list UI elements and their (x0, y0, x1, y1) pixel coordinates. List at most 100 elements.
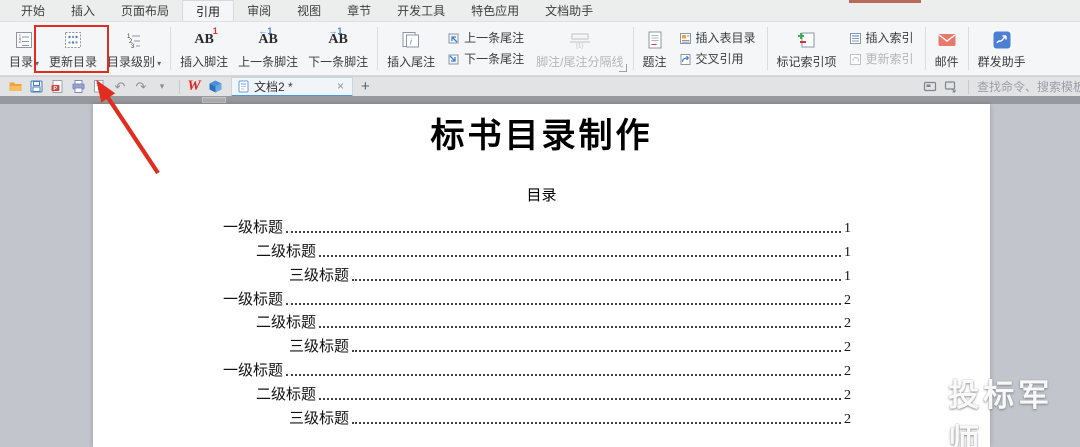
tab-doc-assistant[interactable]: 文档助手 (532, 0, 606, 21)
mass-send-assistant-icon (992, 26, 1012, 54)
command-search-box[interactable]: 查找命令、搜索模板 (974, 78, 1080, 95)
next-endnote-button[interactable]: 下一条尾注 (444, 50, 527, 68)
footnote-dialog-launcher[interactable] (619, 64, 627, 72)
insert-endnote-button[interactable]: i 插入尾注 (382, 24, 440, 73)
update-toc-button[interactable]: 更新目录 (44, 24, 102, 73)
dot-leader (319, 255, 841, 257)
open-folder-icon[interactable] (6, 78, 24, 96)
page-number: 1 (844, 270, 851, 288)
cropped-red-annotation-bar (849, 0, 921, 3)
svg-text:3: 3 (131, 44, 135, 50)
screen-view-icon[interactable] (921, 78, 939, 96)
prev-endnote-button[interactable]: 上一条尾注 (444, 29, 527, 47)
redo-icon[interactable]: ↷ (132, 78, 150, 96)
svg-text:i: i (410, 38, 412, 47)
undo-icon[interactable]: ↶ (111, 78, 129, 96)
cross-reference-button[interactable]: 交叉引用 (676, 50, 759, 68)
insert-index-button[interactable]: 插入索引 (846, 29, 917, 47)
page-number: 1 (844, 222, 851, 240)
next-footnote-button[interactable]: AB→1 下一条脚注 (303, 24, 373, 73)
document-tab[interactable]: 文档2 * × (231, 77, 353, 97)
caption-group: 题注 插入表目录 交叉引用 (638, 24, 763, 73)
page-number: 2 (844, 341, 851, 359)
save-icon[interactable] (27, 78, 45, 96)
mark-index-entry-button[interactable]: 标记索引项 (772, 24, 842, 73)
document-page[interactable]: 标书目录制作 目录 一级标题1 二级标题1 三级标题1 一级标题2 二级标题2 … (93, 104, 990, 447)
close-tab-icon[interactable]: × (335, 79, 346, 93)
document-area[interactable]: 标书目录制作 目录 一级标题1 二级标题1 三级标题1 一级标题2 二级标题2 … (0, 104, 1080, 447)
tab-insert[interactable]: 插入 (58, 0, 108, 21)
toc-entry[interactable]: 一级标题1 (223, 216, 851, 240)
footnote-group: AB1 插入脚注 AB←1 上一条脚注 AB→1 下一条脚注 (175, 24, 373, 73)
toolbar-separator (179, 80, 180, 94)
update-toc-icon (63, 26, 83, 54)
caption-button[interactable]: 题注 (638, 24, 672, 73)
ribbon-separator (377, 27, 378, 70)
toc-icon: 12 (14, 26, 34, 54)
tab-references[interactable]: 引用 (182, 0, 234, 21)
toc-heading: 目录 (93, 184, 990, 205)
prev-footnote-icon: AB←1 (258, 26, 277, 54)
more-dropdown-icon[interactable]: ▾ (153, 78, 171, 96)
toolbar-separator (968, 80, 969, 94)
dot-leader (352, 422, 841, 424)
export-pdf-icon[interactable]: P (48, 78, 66, 96)
page-number: 2 (844, 413, 851, 431)
quick-access-bar: P ↶ ↷ ▾ W 文档2 * × + 查找命令、搜索模 (0, 76, 1080, 96)
wps-logo-icon[interactable]: W (185, 78, 203, 96)
tab-page-layout[interactable]: 页面布局 (108, 0, 182, 21)
tab-section[interactable]: 章节 (334, 0, 384, 21)
new-tab-button[interactable]: + (353, 78, 378, 96)
toc-entry[interactable]: 一级标题2 (223, 359, 851, 383)
insert-table-of-figures-button[interactable]: 插入表目录 (676, 29, 759, 47)
svg-text:{1}: {1} (576, 44, 583, 50)
prev-footnote-button[interactable]: AB←1 上一条脚注 (233, 24, 303, 73)
update-index-button: 更新索引 (846, 50, 917, 68)
dot-leader (319, 326, 841, 328)
tab-special-features[interactable]: 特色应用 (458, 0, 532, 21)
insert-footnote-button[interactable]: AB1 插入脚注 (175, 24, 233, 73)
update-index-icon (849, 53, 862, 66)
ribbon-separator (968, 27, 969, 70)
cross-reference-icon (679, 53, 692, 66)
dot-leader (286, 231, 841, 233)
toc-entry[interactable]: 二级标题2 (223, 383, 851, 407)
docer-cube-icon[interactable] (206, 78, 224, 96)
tab-developer[interactable]: 开发工具 (384, 0, 458, 21)
mail-group: 邮件 (930, 24, 964, 73)
dot-leader (286, 374, 841, 376)
svg-text:2: 2 (19, 39, 22, 45)
toc-level-button[interactable]: 123 目录级别▾ (102, 24, 166, 73)
index-column: 插入索引 更新索引 (842, 24, 921, 73)
insert-table-of-figures-icon (679, 32, 692, 45)
tab-review[interactable]: 审阅 (234, 0, 284, 21)
page-number: 2 (844, 389, 851, 407)
print-icon[interactable] (69, 78, 87, 96)
print-preview-icon[interactable] (90, 78, 108, 96)
tab-home[interactable]: 开始 (8, 0, 58, 21)
mass-send-assistant-button[interactable]: 群发助手 (973, 24, 1031, 73)
footnote-separator-button: {1} 脚注/尾注分隔线 (531, 24, 628, 73)
toc-button[interactable]: 12 目录▾ (4, 24, 44, 73)
document-title: 标书目录制作 (93, 108, 990, 157)
ribbon-separator (767, 27, 768, 70)
dot-leader (286, 303, 841, 305)
insert-endnote-icon: i (400, 26, 422, 54)
mail-button[interactable]: 邮件 (930, 24, 964, 73)
toc-entry[interactable]: 一级标题2 (223, 288, 851, 312)
ribbon-separator (925, 27, 926, 70)
footnote-separator-icon: {1} (568, 26, 592, 54)
toc-entry[interactable]: 三级标题1 (223, 264, 851, 288)
caption-column: 插入表目录 交叉引用 (672, 24, 763, 73)
assistant-group: 群发助手 (973, 24, 1031, 73)
chevron-down-icon: ▾ (157, 59, 161, 68)
toc-entry[interactable]: 二级标题2 (223, 312, 851, 336)
toc-entry[interactable]: 三级标题2 (223, 335, 851, 359)
tab-view[interactable]: 视图 (284, 0, 334, 21)
page-number: 1 (844, 246, 851, 264)
toc-entry[interactable]: 二级标题1 (223, 240, 851, 264)
toc-group: 12 目录▾ 更新目录 123 目录级别▾ (4, 24, 166, 73)
page-number: 2 (844, 294, 851, 312)
ribbon-collapse-icon[interactable] (942, 78, 960, 96)
toc-entry[interactable]: 三级标题2 (223, 407, 851, 431)
